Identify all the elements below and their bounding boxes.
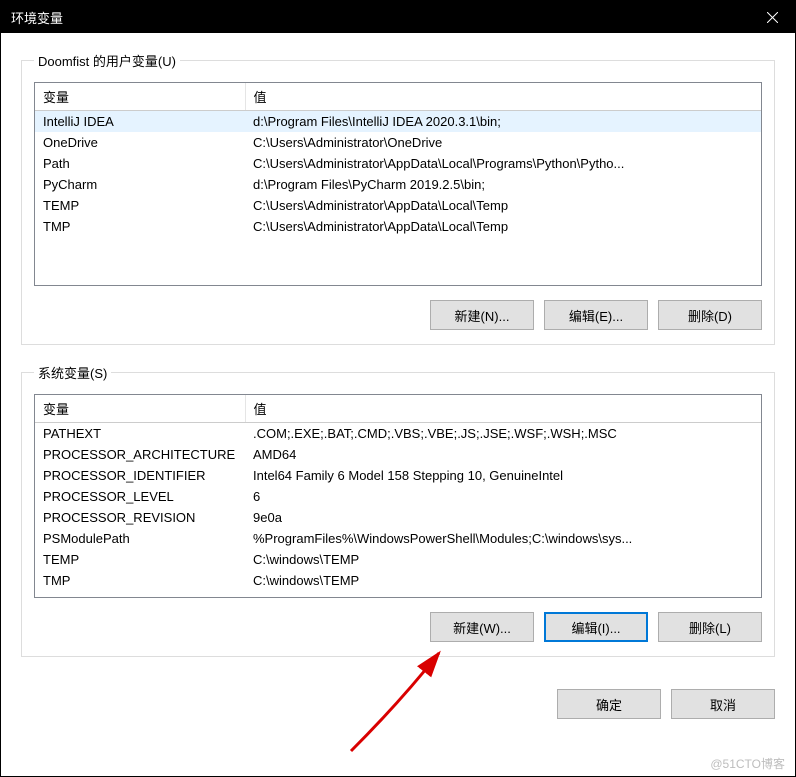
cell-var: PROCESSOR_IDENTIFIER [35, 465, 245, 486]
table-row[interactable]: PROCESSOR_ARCHITECTUREAMD64 [35, 444, 761, 465]
user-delete-button[interactable]: 删除(D) [658, 300, 762, 330]
cancel-button[interactable]: 取消 [671, 689, 775, 719]
user-edit-button[interactable]: 编辑(E)... [544, 300, 648, 330]
table-row[interactable]: TMPC:\windows\TEMP [35, 570, 761, 591]
col-header-var[interactable]: 变量 [35, 395, 245, 423]
col-header-var[interactable]: 变量 [35, 83, 245, 111]
cell-var: PROCESSOR_REVISION [35, 507, 245, 528]
user-vars-table[interactable]: 变量 值 IntelliJ IDEAd:\Program Files\Intel… [34, 82, 762, 286]
cell-val: C:\Users\Administrator\OneDrive [245, 132, 761, 153]
cell-var: Path [35, 153, 245, 174]
cell-val: 6 [245, 486, 761, 507]
system-new-button[interactable]: 新建(W)... [430, 612, 534, 642]
user-vars-group: Doomfist 的用户变量(U) 变量 值 IntelliJ IDEAd:\P… [21, 51, 775, 345]
user-vars-legend: Doomfist 的用户变量(U) [34, 51, 180, 70]
table-row[interactable]: TEMPC:\windows\TEMP [35, 549, 761, 570]
cell-var: PROCESSOR_ARCHITECTURE [35, 444, 245, 465]
cell-var: TMP [35, 570, 245, 591]
cell-var: OneDrive [35, 132, 245, 153]
col-header-val[interactable]: 值 [245, 83, 761, 111]
table-row[interactable]: TMPC:\Users\Administrator\AppData\Local\… [35, 216, 761, 237]
cell-val: C:\windows\TEMP [245, 549, 761, 570]
table-row[interactable]: PROCESSOR_IDENTIFIERIntel64 Family 6 Mod… [35, 465, 761, 486]
cell-val: C:\Users\Administrator\AppData\Local\Pro… [245, 153, 761, 174]
titlebar: 环境变量 [1, 1, 795, 33]
table-row[interactable]: IntelliJ IDEAd:\Program Files\IntelliJ I… [35, 111, 761, 133]
col-header-val[interactable]: 值 [245, 395, 761, 423]
cell-val: C:\Users\Administrator\AppData\Local\Tem… [245, 195, 761, 216]
system-delete-button[interactable]: 删除(L) [658, 612, 762, 642]
table-row[interactable]: PathC:\Users\Administrator\AppData\Local… [35, 153, 761, 174]
cell-val: C:\Users\Administrator\AppData\Local\Tem… [245, 216, 761, 237]
cell-var: PSModulePath [35, 528, 245, 549]
user-new-button[interactable]: 新建(N)... [430, 300, 534, 330]
close-icon[interactable] [749, 1, 795, 33]
system-vars-legend: 系统变量(S) [34, 363, 111, 382]
table-row[interactable]: TEMPC:\Users\Administrator\AppData\Local… [35, 195, 761, 216]
cell-val: %ProgramFiles%\WindowsPowerShell\Modules… [245, 528, 761, 549]
cell-val: C:\windows\TEMP [245, 570, 761, 591]
env-vars-dialog: 环境变量 Doomfist 的用户变量(U) 变量 值 IntelliJ IDE… [0, 0, 796, 777]
cell-val: d:\Program Files\PyCharm 2019.2.5\bin; [245, 174, 761, 195]
table-row[interactable]: OneDriveC:\Users\Administrator\OneDrive [35, 132, 761, 153]
cell-val: 9e0a [245, 507, 761, 528]
system-vars-group: 系统变量(S) 变量 值 PATHEXT.COM;.EXE;.BAT;.CMD;… [21, 363, 775, 657]
table-row[interactable]: PyCharmd:\Program Files\PyCharm 2019.2.5… [35, 174, 761, 195]
cell-val: AMD64 [245, 444, 761, 465]
cell-var: TEMP [35, 195, 245, 216]
cell-val: Intel64 Family 6 Model 158 Stepping 10, … [245, 465, 761, 486]
cell-var: TMP [35, 216, 245, 237]
watermark-text: @51CTO博客 [710, 755, 785, 772]
system-edit-button[interactable]: 编辑(I)... [544, 612, 648, 642]
cell-val: .COM;.EXE;.BAT;.CMD;.VBS;.VBE;.JS;.JSE;.… [245, 423, 761, 445]
cell-var: IntelliJ IDEA [35, 111, 245, 133]
table-row[interactable]: PATHEXT.COM;.EXE;.BAT;.CMD;.VBS;.VBE;.JS… [35, 423, 761, 445]
cell-var: PROCESSOR_LEVEL [35, 486, 245, 507]
cell-val: d:\Program Files\IntelliJ IDEA 2020.3.1\… [245, 111, 761, 133]
system-vars-table[interactable]: 变量 值 PATHEXT.COM;.EXE;.BAT;.CMD;.VBS;.VB… [34, 394, 762, 598]
window-title: 环境变量 [11, 8, 749, 27]
table-row[interactable]: PSModulePath%ProgramFiles%\WindowsPowerS… [35, 528, 761, 549]
table-row[interactable]: PROCESSOR_REVISION9e0a [35, 507, 761, 528]
ok-button[interactable]: 确定 [557, 689, 661, 719]
cell-var: TEMP [35, 549, 245, 570]
table-row[interactable]: PROCESSOR_LEVEL6 [35, 486, 761, 507]
cell-var: PATHEXT [35, 423, 245, 445]
cell-var: PyCharm [35, 174, 245, 195]
